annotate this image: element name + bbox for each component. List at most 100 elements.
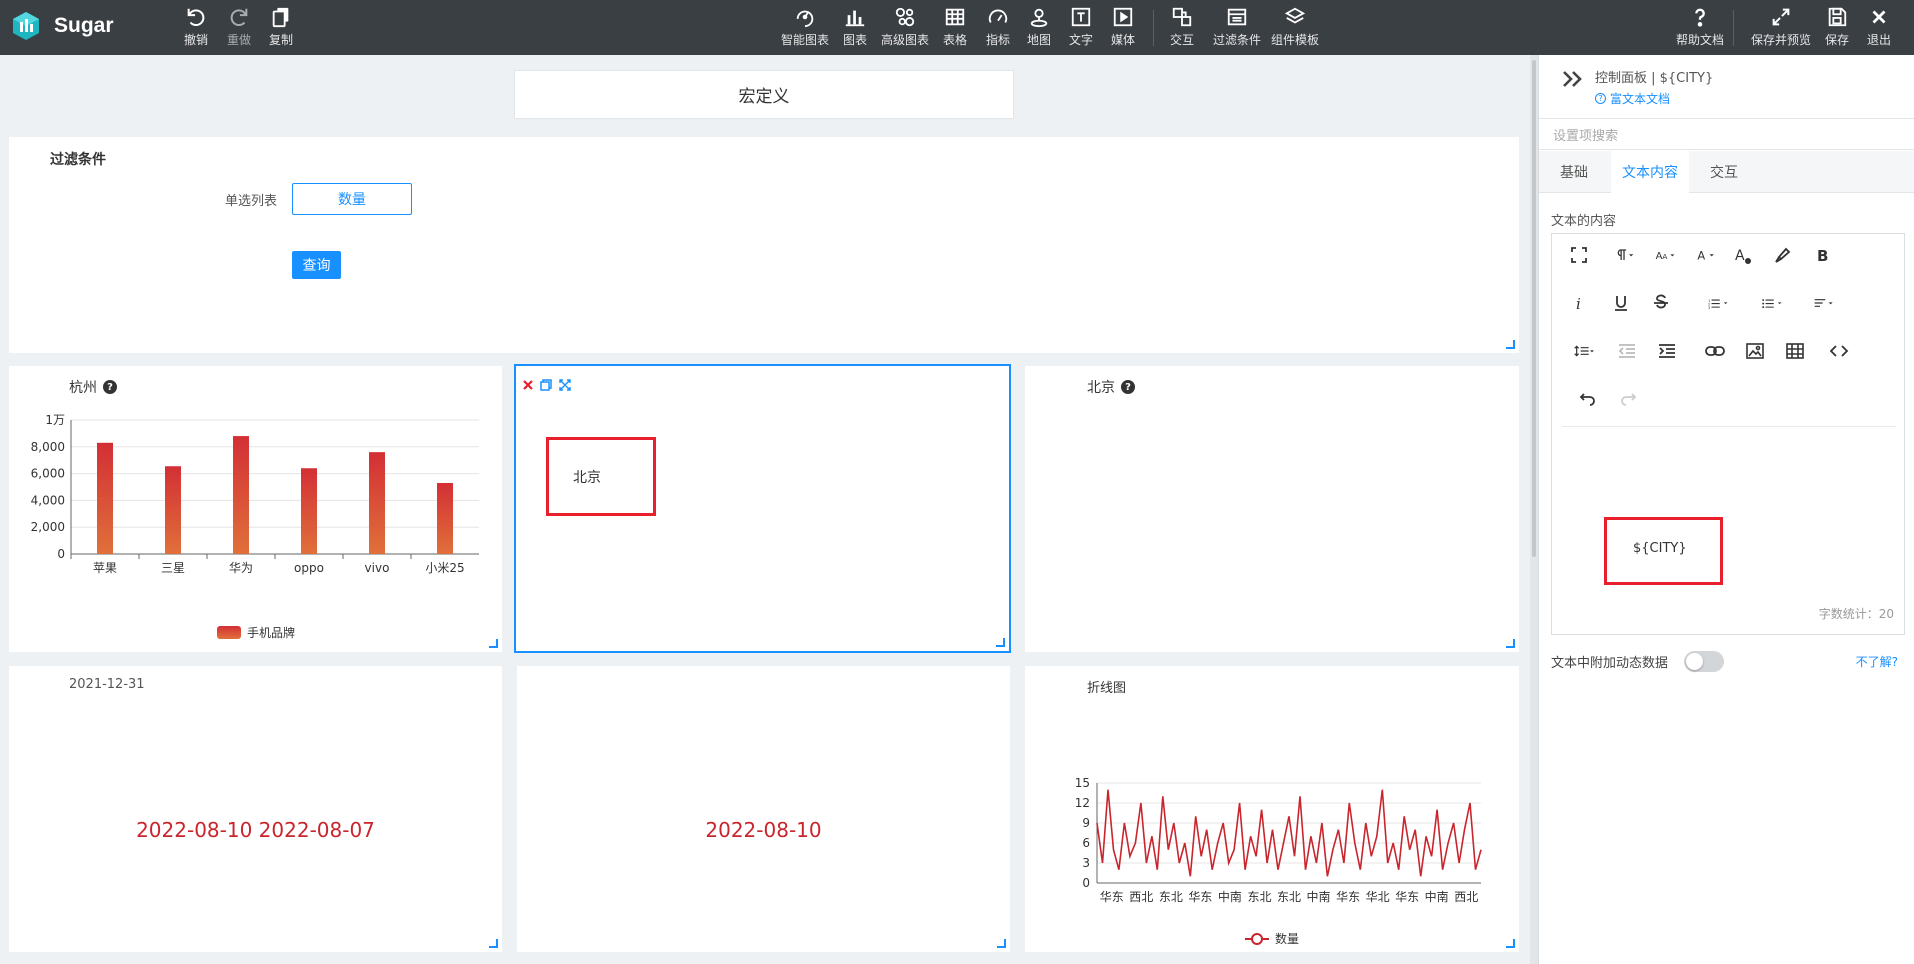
dynamic-data-toggle[interactable] — [1684, 651, 1724, 672]
bold-tool[interactable]: B — [1808, 240, 1838, 270]
map-label: 地图 — [1026, 33, 1051, 47]
collapse-panel-icon[interactable] — [1561, 69, 1585, 89]
svg-text:i: i — [1576, 295, 1581, 313]
paragraph-tool[interactable] — [1606, 240, 1642, 270]
component-template-button[interactable]: 组件模板 — [1265, 6, 1325, 48]
save-preview-label: 保存并预览 — [1750, 33, 1811, 47]
hangzhou-chart-card[interactable]: 杭州 ? 0 2,000 4,000 6,000 8,000 1万 苹果 三星 华为 oppo vi… — [9, 366, 502, 652]
indicator-label: 指标 — [985, 33, 1010, 47]
underline-tool[interactable] — [1606, 288, 1636, 318]
bar-chart: 0 2,000 4,000 6,000 8,000 1万苹果 三星 华为 oppo vivo 小米2… — [31, 413, 479, 640]
text-card-selected[interactable]: 北京 — [514, 364, 1011, 653]
duplicate-icon[interactable] — [540, 379, 552, 391]
font-color-tool[interactable]: A — [1728, 240, 1758, 270]
tab-interaction[interactable]: 交互 — [1691, 151, 1757, 193]
smart-chart-button[interactable]: 智能图表 — [780, 6, 830, 48]
sugar-logo-icon — [13, 12, 39, 40]
y-tick-label: 12 — [1075, 796, 1090, 810]
help-doc-label: 帮助文档 — [1675, 33, 1724, 47]
filter-label: 过滤条件 — [1212, 33, 1261, 47]
line-chart-card[interactable]: 折线图 0 3 6 9 12 15 华东 西北 东北 华东 中南 东北 东北 中南 华东 华北 华东 中南 西北 数量 — [1025, 666, 1519, 952]
resize-handle[interactable] — [1506, 639, 1515, 648]
text-card-content: 北京 — [573, 470, 601, 486]
highlight-box — [546, 437, 656, 516]
settings-search-input[interactable]: 设置项搜索 — [1539, 118, 1914, 150]
learn-more-link[interactable]: 不了解? — [1856, 653, 1898, 670]
code-tool[interactable] — [1824, 336, 1854, 366]
resize-handle[interactable] — [997, 939, 1006, 948]
query-button[interactable]: 查询 — [292, 251, 341, 279]
date-range-card[interactable]: 2021-12-31 2022-08-10 2022-08-07 — [9, 666, 502, 952]
rich-text-editor[interactable]: AA A A B i 123 ${CITY} 字数统计：20 — [1551, 233, 1905, 635]
fullscreen-icon[interactable] — [559, 379, 571, 391]
y-tick-label: 4,000 — [31, 493, 65, 507]
interaction-button[interactable]: 交互 — [1157, 6, 1207, 48]
text-content-label: 文本的内容 — [1551, 214, 1617, 229]
macro-title-card[interactable]: 宏定义 — [514, 70, 1014, 119]
media-button[interactable]: 媒体 — [1098, 6, 1148, 48]
tab-basic[interactable]: 基础 — [1539, 151, 1609, 193]
bar — [97, 442, 113, 554]
x-tick-label: 华北 — [1366, 890, 1390, 904]
settings-search-placeholder: 设置项搜索 — [1553, 128, 1619, 144]
strikethrough-icon — [1654, 294, 1668, 309]
y-tick-label: 9 — [1082, 816, 1090, 830]
font-family-tool[interactable]: A — [1688, 240, 1724, 270]
y-tick-label: 8,000 — [31, 440, 65, 454]
editor-content-text[interactable]: ${CITY} — [1633, 541, 1687, 556]
filter-button[interactable]: 过滤条件 — [1207, 6, 1267, 48]
question-icon[interactable]: ? — [1121, 380, 1135, 394]
highlight-tool[interactable] — [1768, 240, 1798, 270]
x-tick-label: 西北 — [1454, 890, 1478, 904]
filter-card[interactable]: 过滤条件 单选列表 数量 查询 — [9, 137, 1519, 353]
indent-tool[interactable] — [1652, 336, 1682, 366]
bullet-list-tool[interactable] — [1750, 288, 1794, 318]
fullscreen-icon — [1571, 247, 1587, 263]
line-height-tool[interactable] — [1564, 336, 1604, 366]
resize-handle[interactable] — [489, 639, 498, 648]
tab-text-content[interactable]: 文本内容 — [1611, 151, 1689, 193]
save-label: 保存 — [1824, 33, 1849, 47]
italic-tool[interactable]: i — [1564, 288, 1594, 318]
beijing-chart-card[interactable]: 北京 ? — [1025, 366, 1519, 652]
table-tool[interactable] — [1780, 336, 1810, 366]
ordered-list-tool[interactable]: 123 — [1696, 288, 1740, 318]
resize-handle[interactable] — [489, 939, 498, 948]
image-tool[interactable] — [1740, 336, 1770, 366]
delete-icon[interactable] — [522, 379, 534, 391]
link-tool[interactable] — [1700, 336, 1730, 366]
fullscreen-tool[interactable] — [1564, 240, 1594, 270]
canvas-scrollbar-thumb[interactable] — [1532, 60, 1536, 557]
copy-button[interactable]: 复制 — [256, 6, 306, 48]
resize-handle[interactable] — [996, 638, 1005, 647]
link-icon — [1705, 346, 1725, 356]
copy-icon — [272, 7, 289, 28]
save-preview-button[interactable]: 保存并预览 — [1748, 6, 1814, 48]
single-select-dropdown[interactable]: 数量 — [292, 183, 412, 215]
date-card[interactable]: 2022-08-10 — [517, 666, 1010, 952]
x-tick-label: 三星 — [161, 561, 185, 575]
y-tick-label: 0 — [1082, 876, 1090, 890]
font-size-tool[interactable]: AA — [1646, 240, 1684, 270]
resize-handle[interactable] — [1506, 340, 1515, 349]
filter-title: 过滤条件 — [50, 152, 106, 168]
exit-button[interactable]: 退出 — [1854, 6, 1904, 48]
advanced-chart-button[interactable]: 高级图表 — [880, 6, 930, 48]
tab-text-content-label: 文本内容 — [1622, 165, 1678, 181]
help-doc-button[interactable]: 帮助文档 — [1675, 6, 1725, 48]
line-height-icon — [1574, 345, 1594, 357]
bold-icon: B — [1817, 247, 1828, 265]
resize-handle[interactable] — [1506, 939, 1515, 948]
x-tick-label: 西北 — [1129, 890, 1153, 904]
redo-tool[interactable] — [1614, 384, 1644, 414]
outdent-tool[interactable] — [1612, 336, 1642, 366]
align-tool[interactable] — [1804, 288, 1844, 318]
bar — [301, 468, 317, 554]
chart-button[interactable]: 图表 — [830, 6, 880, 48]
undo-tool[interactable] — [1572, 384, 1602, 414]
strikethrough-tool[interactable] — [1646, 288, 1676, 318]
ordered-list-icon: 123 — [1708, 299, 1728, 310]
italic-icon: i — [1576, 295, 1581, 313]
close-icon — [1872, 10, 1886, 24]
rich-text-doc-link[interactable]: ? 富文本文档 — [1595, 90, 1670, 107]
